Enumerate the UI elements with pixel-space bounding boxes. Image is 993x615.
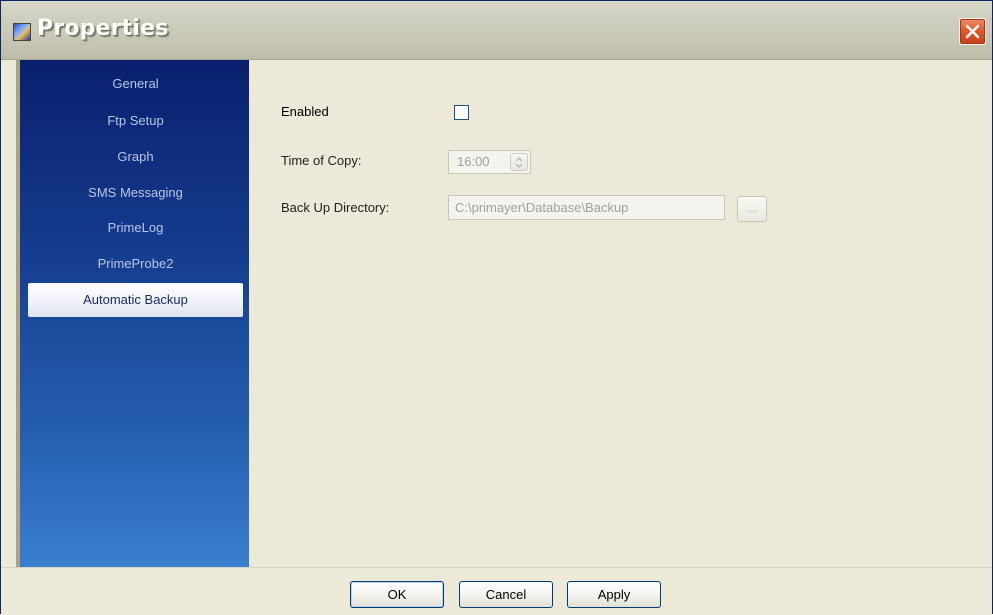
settings-sidebar: General Ftp Setup Graph SMS Messaging Pr… bbox=[16, 60, 249, 567]
browse-button[interactable]: ... bbox=[737, 196, 767, 222]
backup-directory-label: Back Up Directory: bbox=[281, 200, 390, 215]
button-bar: OK Cancel Apply bbox=[1, 567, 992, 615]
time-spinner[interactable] bbox=[510, 153, 528, 171]
sidebar-item-automatic-backup[interactable]: Automatic Backup bbox=[28, 283, 243, 317]
close-icon bbox=[965, 24, 980, 39]
enabled-checkbox[interactable] bbox=[454, 105, 469, 120]
spinner-arrows-icon bbox=[515, 157, 523, 168]
time-of-copy-label: Time of Copy: bbox=[281, 153, 362, 168]
title-bar[interactable]: Properties bbox=[1, 1, 992, 60]
sidebar-item-primelog[interactable]: PrimeLog bbox=[28, 211, 243, 245]
app-icon bbox=[13, 23, 31, 41]
cancel-button[interactable]: Cancel bbox=[459, 581, 553, 608]
apply-button[interactable]: Apply bbox=[567, 581, 661, 608]
properties-window: Properties General Ftp Setup Graph SMS M… bbox=[0, 0, 993, 615]
close-button[interactable] bbox=[959, 18, 986, 45]
time-of-copy-value: 16:00 bbox=[457, 154, 490, 169]
sidebar-item-general[interactable]: General bbox=[28, 67, 243, 101]
backup-directory-input[interactable]: C:\primayer\Database\Backup bbox=[448, 195, 725, 220]
ok-button[interactable]: OK bbox=[350, 581, 444, 608]
enabled-label: Enabled bbox=[281, 104, 329, 119]
sidebar-item-graph[interactable]: Graph bbox=[28, 140, 243, 174]
time-of-copy-input[interactable]: 16:00 bbox=[448, 150, 531, 174]
sidebar-item-sms-messaging[interactable]: SMS Messaging bbox=[28, 176, 243, 210]
sidebar-item-primeprobe2[interactable]: PrimeProbe2 bbox=[28, 247, 243, 281]
window-title: Properties bbox=[37, 16, 169, 41]
settings-panel: Enabled Time of Copy: 16:00 Back Up Dire… bbox=[249, 60, 992, 567]
sidebar-item-ftp-setup[interactable]: Ftp Setup bbox=[28, 104, 243, 138]
